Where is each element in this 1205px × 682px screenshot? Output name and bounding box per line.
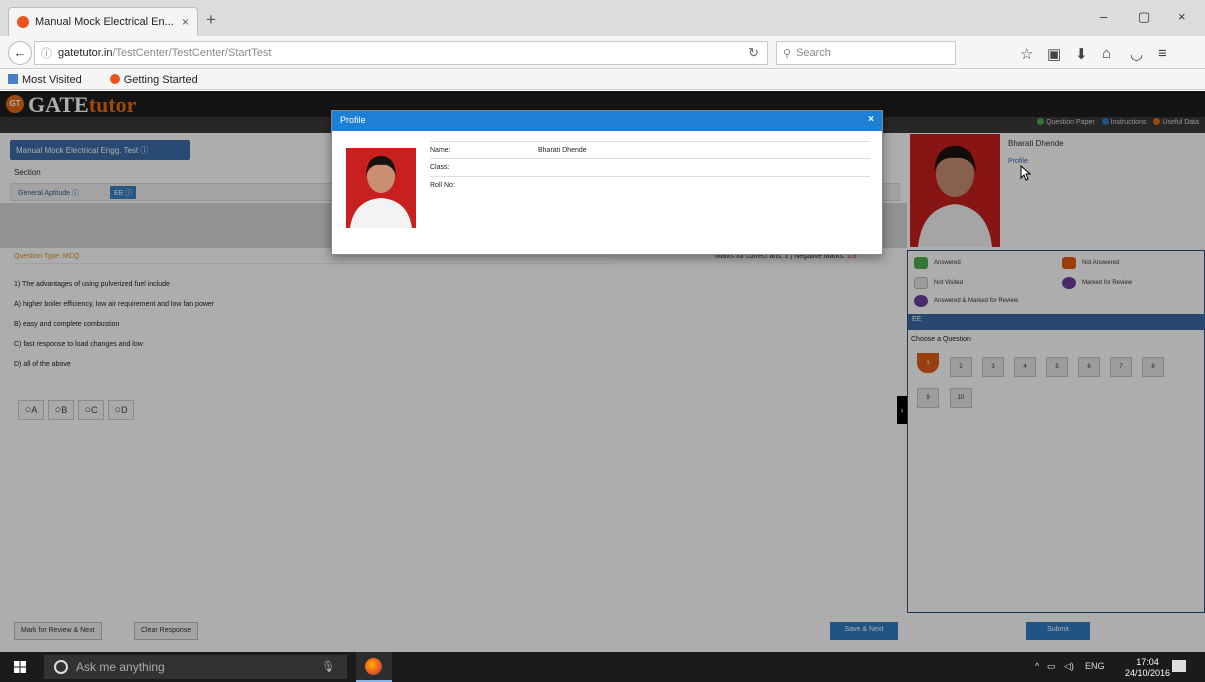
bookmark-most-visited[interactable]: Most Visited bbox=[8, 73, 96, 86]
modal-close-icon[interactable]: × bbox=[868, 114, 874, 125]
volume-icon[interactable]: ◁) bbox=[1064, 661, 1074, 672]
name-label: Name: bbox=[430, 147, 451, 154]
profile-row-class: Class: bbox=[430, 159, 870, 177]
browser-tab-bar: Manual Mock Electrical En... × + – ▢ × bbox=[0, 0, 1205, 36]
close-window-button[interactable]: × bbox=[1178, 9, 1186, 24]
system-clock[interactable]: 17:04 24/10/2016 bbox=[1125, 657, 1170, 679]
firefox-icon bbox=[365, 658, 382, 675]
info-icon[interactable]: ⓘ bbox=[41, 45, 52, 61]
action-center-icon[interactable] bbox=[1172, 660, 1186, 672]
cortana-icon bbox=[54, 660, 68, 674]
browser-nav-bar: ← ⓘ gatetutor.in /TestCenter/TestCenter/… bbox=[0, 36, 1205, 69]
profile-row-rollno: Roll No: bbox=[430, 177, 870, 195]
mouse-cursor-icon bbox=[1020, 165, 1032, 181]
reading-list-icon[interactable]: ▣ bbox=[1047, 45, 1061, 63]
url-bar[interactable]: ⓘ gatetutor.in /TestCenter/TestCenter/St… bbox=[34, 41, 768, 65]
tray-chevron-icon[interactable]: ^ bbox=[1035, 661, 1039, 671]
class-label: Class: bbox=[430, 164, 450, 171]
profile-row-name: Name: Bharati Dhende bbox=[430, 141, 870, 159]
browser-search-input[interactable]: ⚲ Search bbox=[776, 41, 956, 65]
maximize-button[interactable]: ▢ bbox=[1138, 9, 1150, 25]
download-icon[interactable]: ⬇ bbox=[1075, 45, 1088, 63]
modal-header: Profile × bbox=[332, 111, 882, 131]
profile-modal: Profile × Name: Bharati Dhende Class: Ro… bbox=[331, 110, 883, 255]
back-button[interactable]: ← bbox=[8, 41, 32, 65]
taskbar: Ask me anything 🎙 ^ ▭ ◁) ENG 17:04 24/10… bbox=[0, 652, 1205, 682]
tab-title: Manual Mock Electrical En... bbox=[35, 16, 174, 28]
profile-photo bbox=[346, 148, 416, 228]
search-icon: ⚲ bbox=[783, 47, 792, 60]
cortana-search-box[interactable]: Ask me anything 🎙 bbox=[44, 655, 347, 679]
bookmark-star-icon[interactable]: ☆ bbox=[1020, 45, 1033, 63]
microphone-icon[interactable]: 🎙 bbox=[321, 660, 335, 673]
bookmark-getting-started[interactable]: Getting Started bbox=[109, 73, 212, 86]
clock-time: 17:04 bbox=[1136, 657, 1159, 667]
clock-date: 24/10/2016 bbox=[1125, 668, 1171, 678]
cortana-placeholder: Ask me anything bbox=[76, 660, 165, 674]
modal-title: Profile bbox=[340, 115, 366, 125]
reload-icon[interactable]: ↻ bbox=[748, 45, 759, 61]
menu-icon[interactable]: ≡ bbox=[1158, 45, 1167, 62]
language-indicator[interactable]: ENG bbox=[1085, 661, 1105, 671]
search-placeholder: Search bbox=[796, 47, 831, 59]
network-icon[interactable]: ▭ bbox=[1047, 661, 1056, 672]
name-value: Bharati Dhende bbox=[538, 147, 587, 154]
minimize-button[interactable]: – bbox=[1100, 9, 1107, 24]
new-tab-button[interactable]: + bbox=[206, 11, 216, 28]
pocket-icon[interactable]: ◡ bbox=[1130, 45, 1143, 63]
bookmark-folder-icon bbox=[8, 73, 18, 84]
firefox-icon bbox=[109, 73, 120, 84]
tab-close-icon[interactable]: × bbox=[182, 15, 189, 29]
url-host: gatetutor.in bbox=[58, 47, 113, 59]
bookmarks-bar: Most Visited Getting Started bbox=[0, 70, 1205, 90]
home-icon[interactable]: ⌂ bbox=[1102, 45, 1111, 62]
windows-start-icon[interactable] bbox=[14, 661, 26, 673]
favicon-icon bbox=[17, 16, 29, 28]
firefox-taskbar-button[interactable] bbox=[356, 652, 392, 682]
profile-details: Name: Bharati Dhende Class: Roll No: bbox=[430, 141, 870, 195]
url-path: /TestCenter/TestCenter/StartTest bbox=[112, 47, 272, 59]
rollno-label: Roll No: bbox=[430, 182, 455, 189]
browser-tab[interactable]: Manual Mock Electrical En... × bbox=[8, 7, 198, 36]
